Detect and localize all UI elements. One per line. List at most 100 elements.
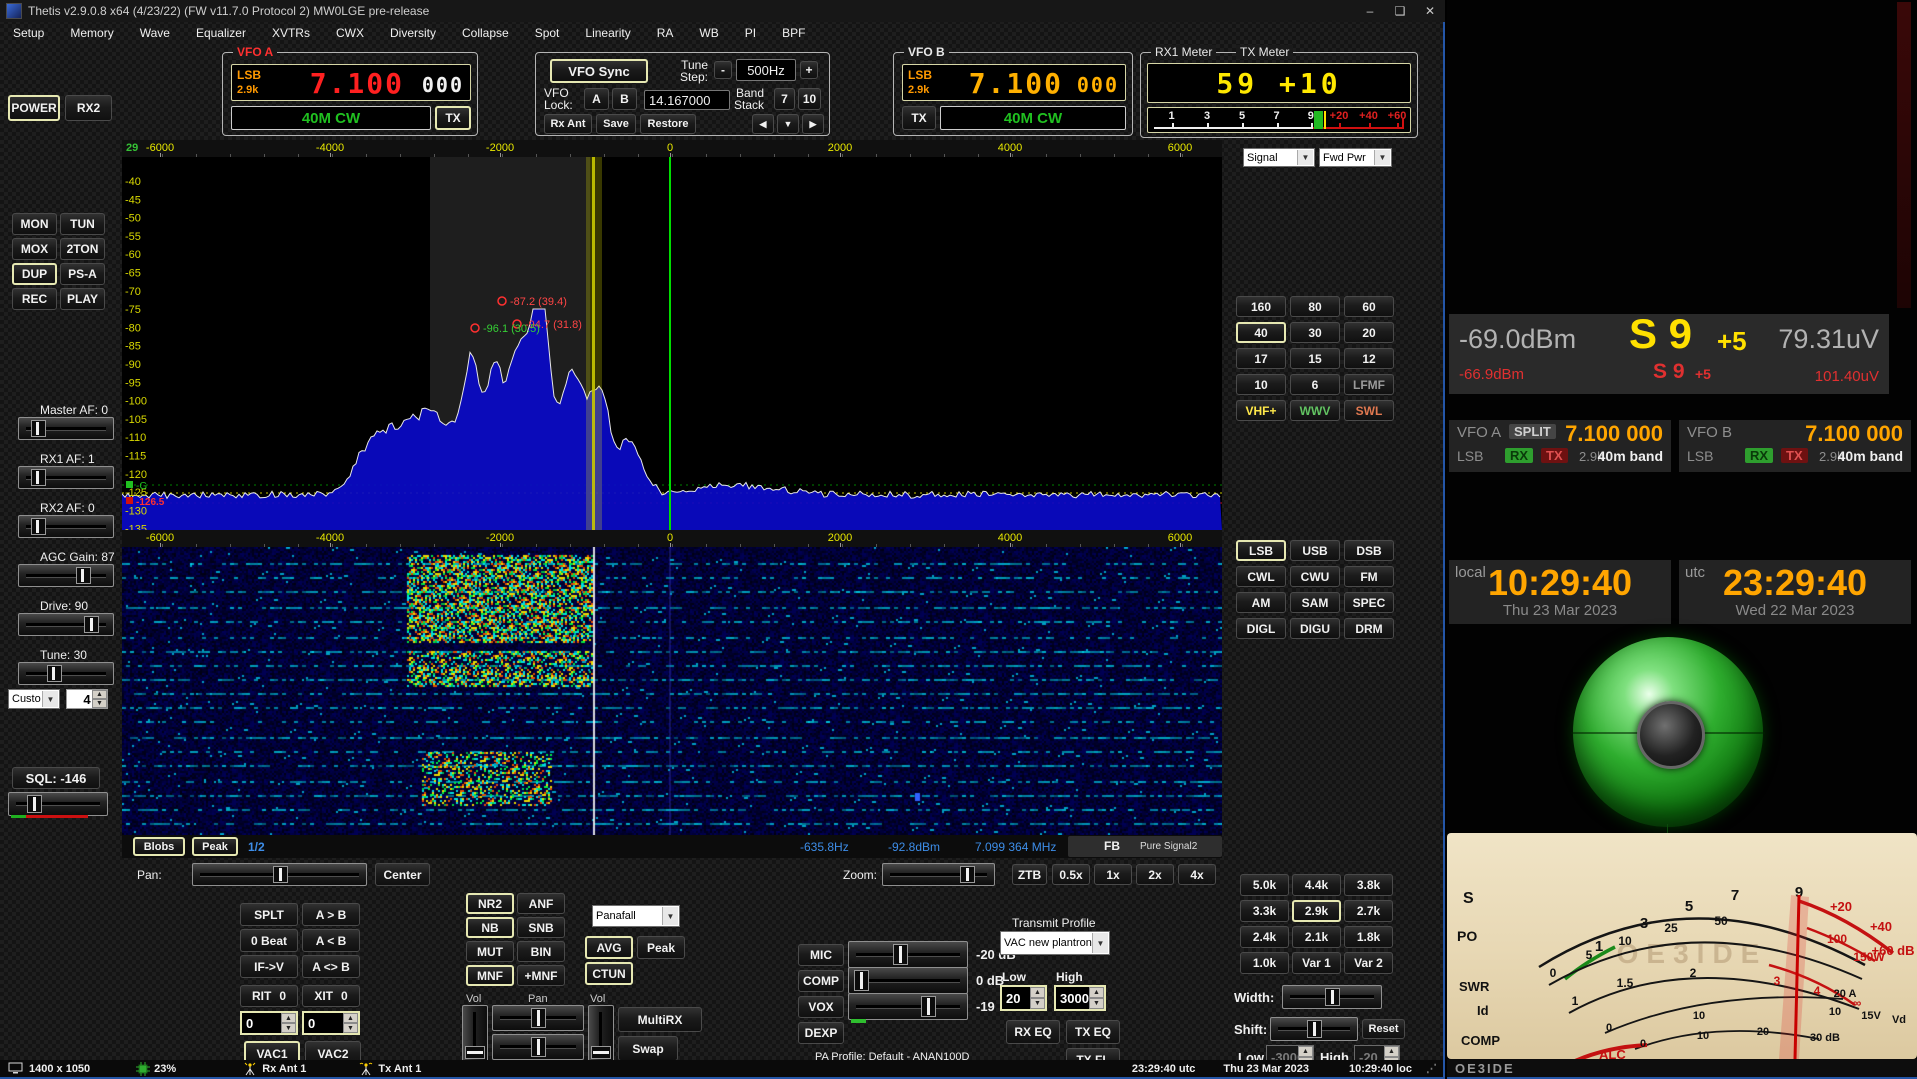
slider[interactable] [18,466,114,489]
agc-mode-combo[interactable]: Custo▼ [8,689,60,709]
slider[interactable] [18,515,114,538]
filter-1-8k[interactable]: 1.8k [1344,926,1393,948]
band-lfmf[interactable]: LFMF [1344,374,1394,395]
squelch-slider[interactable] [8,792,108,816]
blobs-button[interactable]: Blobs [133,837,185,856]
band-80[interactable]: 80 [1290,296,1340,317]
mon-button[interactable]: MON [12,213,57,235]
filter-3-8k[interactable]: 3.8k [1344,874,1393,896]
zoom-1x[interactable]: 1x [1094,864,1132,885]
vfo-op-if-v[interactable]: IF->V [240,955,298,978]
vfo-b-frequency-display[interactable]: LSB 2.9k 7.100 000 [902,64,1126,101]
dsp-mut[interactable]: MUT [466,941,514,962]
mode-sam[interactable]: SAM [1290,592,1340,613]
comp-button[interactable]: COMP [798,970,844,992]
menu-memory[interactable]: Memory [57,26,126,40]
vox-button[interactable]: VOX [798,996,844,1018]
vfo-a-tx-button[interactable]: TX [435,106,471,130]
menu-equalizer[interactable]: Equalizer [183,26,259,40]
comp-slider[interactable] [848,967,968,994]
transmit-profile-combo[interactable]: VAC new plantroni▼ [1000,931,1110,955]
mode-digu[interactable]: DIGU [1290,618,1340,639]
vfo-op-splt[interactable]: SPLT [240,903,298,926]
ctun-button[interactable]: CTUN [585,962,633,985]
vox-slider[interactable] [848,993,968,1020]
dsp-mnf[interactable]: MNF [466,965,514,986]
menu-setup[interactable]: Setup [0,26,57,40]
mode-digl[interactable]: DIGL [1236,618,1286,639]
spectrum-plot[interactable]: -40-45-50-55-60-65-70-75-80-85-90-95-100… [122,157,1222,530]
vfo-lock-b-button[interactable]: B [612,88,637,110]
rit-button[interactable]: RIT0 [240,985,298,1007]
filter-shift-reset-button[interactable]: Reset [1362,1019,1405,1039]
menu-diversity[interactable]: Diversity [377,26,449,40]
filter-shift-slider[interactable] [1270,1017,1358,1041]
tx-eq-button[interactable]: TX EQ [1066,1020,1120,1044]
vfo-op-0-beat[interactable]: 0 Beat [240,929,298,952]
mode-cwu[interactable]: CWU [1290,566,1340,587]
mode-usb[interactable]: USB [1290,540,1340,561]
band-160[interactable]: 160 [1236,296,1286,317]
filter-2-1k[interactable]: 2.1k [1292,926,1341,948]
zoom-slider[interactable] [882,863,995,886]
vfo-a-frequency-display[interactable]: LSB 2.9k 7.100 000 [231,64,471,101]
tx-meter-mode-combo[interactable]: Fwd Pwr▼ [1319,148,1392,167]
band-vhf-[interactable]: VHF+ [1236,400,1286,421]
slider[interactable] [18,662,114,685]
mode-dsb[interactable]: DSB [1344,540,1394,561]
tune-step-minus-button[interactable]: - [714,61,732,79]
maximize-button[interactable]: ❑ [1385,0,1415,22]
power-button[interactable]: POWER [8,95,60,121]
zoom-2x[interactable]: 2x [1136,864,1174,885]
mode-am[interactable]: AM [1236,592,1286,613]
slider[interactable] [18,613,114,636]
menu-collapse[interactable]: Collapse [449,26,522,40]
tx-low-stepper[interactable]: 20▲▼ [1000,985,1047,1011]
rx2-button[interactable]: RX2 [65,95,112,121]
band-15[interactable]: 15 [1290,348,1340,369]
mode-spec[interactable]: SPEC [1344,592,1394,613]
band-6[interactable]: 6 [1290,374,1340,395]
peak-display-button[interactable]: Peak [637,936,685,959]
filter-5-0k[interactable]: 5.0k [1240,874,1289,896]
band-30[interactable]: 30 [1290,322,1340,343]
band-12[interactable]: 12 [1344,348,1394,369]
vfo-lock-a-button[interactable]: A [584,88,609,110]
band-wwv[interactable]: WWV [1290,400,1340,421]
menu-wave[interactable]: Wave [127,26,183,40]
menu-cwx[interactable]: CWX [323,26,377,40]
band-17[interactable]: 17 [1236,348,1286,369]
slider[interactable] [18,564,114,587]
filter-var-1[interactable]: Var 1 [1292,952,1341,974]
menu-pi[interactable]: PI [732,26,769,40]
avg-button[interactable]: AVG [585,936,633,959]
band-20[interactable]: 20 [1344,322,1394,343]
slider[interactable] [18,417,114,440]
rx1-pan-slider[interactable] [492,1005,584,1031]
play-button[interactable]: PLAY [60,288,105,310]
filter-2-4k[interactable]: 2.4k [1240,926,1289,948]
rit-stepper[interactable]: 0▲▼ [240,1011,298,1035]
band-prev-icon[interactable]: ◀ [752,114,774,134]
dsp-snb[interactable]: SNB [517,917,565,938]
save-button[interactable]: Save [596,114,636,134]
band-40[interactable]: 40 [1236,322,1286,343]
filter-width-slider[interactable] [1282,985,1382,1009]
band-swl[interactable]: SWL [1344,400,1394,421]
rx-meter-mode-combo[interactable]: Signal▼ [1243,148,1315,167]
ztb-button[interactable]: ZTB [1012,864,1047,885]
band-down-icon[interactable]: ▼ [777,114,799,134]
dsp-nb[interactable]: NB [466,917,514,938]
close-button[interactable]: ✕ [1415,0,1445,22]
mode-cwl[interactable]: CWL [1236,566,1286,587]
menu-linearity[interactable]: Linearity [572,26,643,40]
multirx-button[interactable]: MultiRX [618,1007,702,1032]
band-60[interactable]: 60 [1344,296,1394,317]
filter-4-4k[interactable]: 4.4k [1292,874,1341,896]
dsp-nr2[interactable]: NR2 [466,893,514,914]
rx2-pan-slider[interactable] [492,1034,584,1060]
menu-ra[interactable]: RA [644,26,687,40]
pan-slider[interactable] [192,863,367,886]
band-stack-2-button[interactable]: 10 [798,88,821,110]
squelch-button[interactable]: SQL: -146 [12,767,100,789]
